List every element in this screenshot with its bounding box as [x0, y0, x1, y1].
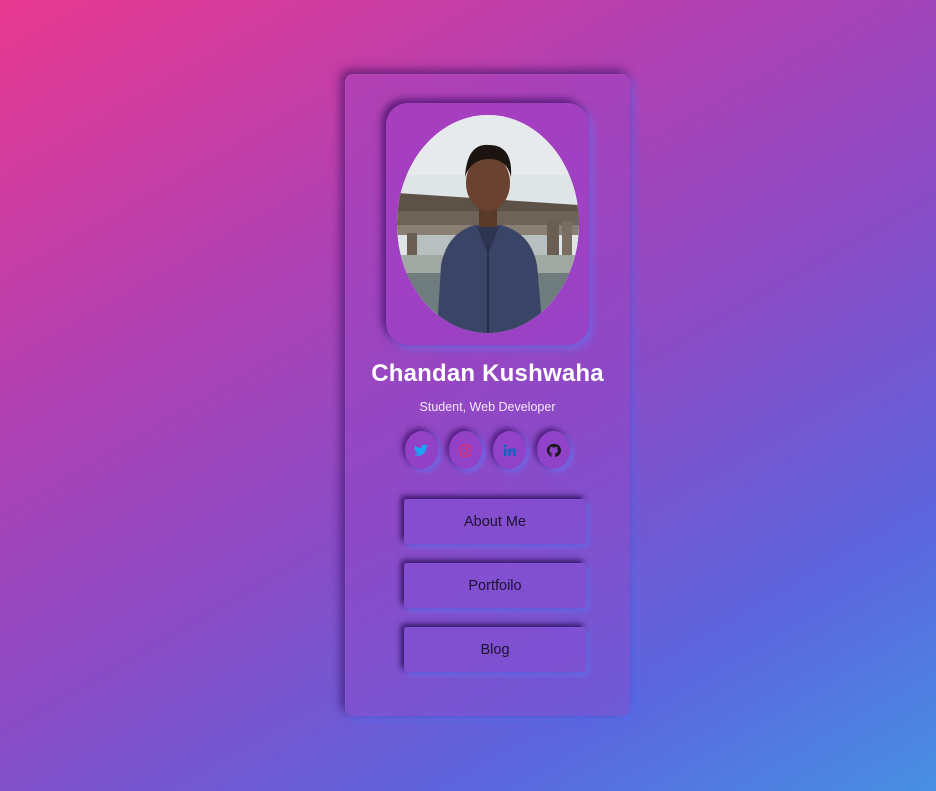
instagram-link[interactable]: [449, 431, 482, 469]
portfolio-button[interactable]: Portfoilo: [404, 563, 586, 608]
profile-name: Chandan Kushwaha: [371, 360, 604, 387]
instagram-icon: [459, 443, 472, 457]
profile-role: Student, Web Developer: [419, 400, 556, 414]
linkedin-link[interactable]: [493, 431, 526, 469]
profile-photo: [397, 115, 579, 333]
linkedin-icon: [503, 444, 516, 456]
profile-card: Chandan Kushwaha Student, Web Developer: [345, 74, 630, 716]
about-me-button[interactable]: About Me: [404, 499, 586, 544]
github-icon: [546, 443, 561, 457]
blog-button[interactable]: Blog: [404, 627, 586, 672]
twitter-icon: [414, 444, 429, 456]
twitter-link[interactable]: [405, 431, 438, 469]
avatar: [397, 115, 579, 333]
social-links: [405, 431, 575, 469]
github-link[interactable]: [537, 431, 570, 469]
photo-frame: [386, 103, 589, 345]
